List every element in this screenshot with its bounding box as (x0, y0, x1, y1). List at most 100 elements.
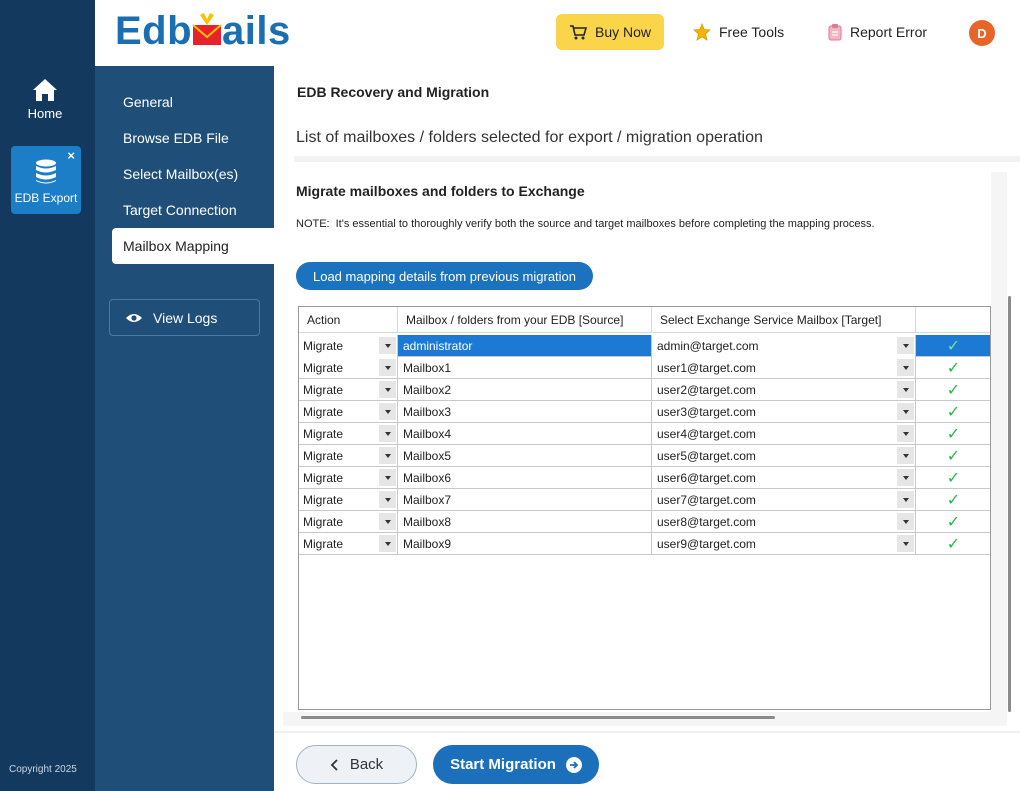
table-row[interactable]: Migrate administrator admin@target.com ✓ (299, 335, 990, 357)
header-target[interactable]: Select Exchange Service Mailbox [Target] (652, 307, 916, 333)
table-row[interactable]: Migrate Mailbox4 user4@target.com ✓ (299, 423, 990, 445)
action-select[interactable]: Migrate (299, 467, 398, 489)
table-row[interactable]: Migrate Mailbox2 user2@target.com ✓ (299, 379, 990, 401)
check-icon: ✓ (946, 448, 961, 465)
action-select[interactable]: Migrate (299, 445, 398, 467)
dropdown-arrow-icon[interactable] (379, 337, 396, 354)
table-row[interactable]: Migrate Mailbox1 user1@target.com ✓ (299, 357, 990, 379)
dropdown-arrow-icon[interactable] (897, 403, 914, 420)
header-source[interactable]: Mailbox / folders from your EDB [Source] (398, 307, 652, 333)
action-select[interactable]: Migrate (299, 511, 398, 533)
target-select[interactable]: user1@target.com (652, 357, 916, 379)
action-value: Migrate (303, 383, 344, 397)
wizard-step-browse-edb[interactable]: Browse EDB File (112, 120, 274, 156)
wizard-step-target-connection[interactable]: Target Connection (112, 192, 274, 228)
close-icon[interactable]: × (67, 148, 75, 163)
dropdown-arrow-icon[interactable] (897, 381, 914, 398)
header-status (916, 307, 990, 333)
dropdown-arrow-icon[interactable] (379, 403, 396, 420)
action-select[interactable]: Migrate (299, 533, 398, 555)
source-cell: Mailbox2 (398, 379, 652, 401)
user-avatar[interactable]: D (969, 20, 995, 46)
action-select[interactable]: Migrate (299, 489, 398, 511)
arrow-right-icon (565, 756, 582, 773)
action-select[interactable]: Migrate (299, 423, 398, 445)
table-row[interactable]: Migrate Mailbox5 user5@target.com ✓ (299, 445, 990, 467)
status-cell: ✓ (916, 335, 990, 357)
dropdown-arrow-icon[interactable] (897, 337, 914, 354)
check-icon: ✓ (946, 360, 961, 377)
table-row[interactable]: Migrate Mailbox6 user6@target.com ✓ (299, 467, 990, 489)
footer-divider (274, 731, 1020, 733)
target-value: user4@target.com (657, 427, 756, 441)
action-value: Migrate (303, 493, 344, 507)
note-label: NOTE: (296, 218, 330, 230)
free-tools-link[interactable]: Free Tools (693, 14, 784, 50)
dropdown-arrow-icon[interactable] (897, 447, 914, 464)
action-select[interactable]: Migrate (299, 401, 398, 423)
rail-home-button[interactable]: Home (10, 78, 80, 136)
rail-edb-label: EDB Export (14, 191, 78, 205)
page-subtitle: List of mailboxes / folders selected for… (296, 129, 763, 146)
dropdown-arrow-icon[interactable] (379, 359, 396, 376)
dropdown-arrow-icon[interactable] (379, 425, 396, 442)
table-row[interactable]: Migrate Mailbox9 user9@target.com ✓ (299, 533, 990, 555)
start-migration-button[interactable]: Start Migration (433, 745, 599, 784)
target-select[interactable]: user8@target.com (652, 511, 916, 533)
vertical-scrollbar[interactable] (1008, 296, 1011, 712)
dropdown-arrow-icon[interactable] (897, 513, 914, 530)
wizard-step-mailbox-mapping[interactable]: Mailbox Mapping (112, 228, 274, 264)
action-value: Migrate (303, 537, 344, 551)
table-row[interactable]: Migrate Mailbox7 user7@target.com ✓ (299, 489, 990, 511)
report-error-link[interactable]: Report Error (828, 14, 927, 50)
target-select[interactable]: admin@target.com (652, 335, 916, 357)
status-cell: ✓ (916, 511, 990, 533)
dropdown-arrow-icon[interactable] (897, 491, 914, 508)
target-select[interactable]: user6@target.com (652, 467, 916, 489)
dropdown-arrow-icon[interactable] (897, 535, 914, 552)
dropdown-arrow-icon[interactable] (379, 447, 396, 464)
dropdown-arrow-icon[interactable] (379, 491, 396, 508)
dropdown-arrow-icon[interactable] (379, 535, 396, 552)
table-row[interactable]: Migrate Mailbox3 user3@target.com ✓ (299, 401, 990, 423)
dropdown-arrow-icon[interactable] (379, 381, 396, 398)
target-select[interactable]: user5@target.com (652, 445, 916, 467)
check-icon: ✓ (946, 470, 961, 487)
dropdown-arrow-icon[interactable] (379, 469, 396, 486)
report-error-label: Report Error (850, 24, 928, 40)
action-select[interactable]: Migrate (299, 379, 398, 401)
target-select[interactable]: user7@target.com (652, 489, 916, 511)
start-migration-label: Start Migration (450, 756, 556, 773)
home-icon (33, 79, 57, 101)
action-select[interactable]: Migrate (299, 335, 398, 357)
table-row[interactable]: Migrate Mailbox8 user8@target.com ✓ (299, 511, 990, 533)
buy-now-button[interactable]: Buy Now (556, 14, 664, 50)
logo-text-left: Edb (115, 8, 193, 53)
eye-icon (126, 313, 142, 322)
view-logs-button[interactable]: View Logs (109, 299, 260, 336)
action-select[interactable]: Migrate (299, 357, 398, 379)
action-value: Migrate (303, 449, 344, 463)
wizard-step-general[interactable]: General (112, 84, 274, 120)
status-cell: ✓ (916, 379, 990, 401)
source-cell: administrator (398, 335, 652, 357)
wizard-step-select-mailboxes[interactable]: Select Mailbox(es) (112, 156, 274, 192)
dropdown-arrow-icon[interactable] (897, 359, 914, 376)
header-action[interactable]: Action (299, 307, 398, 333)
dropdown-arrow-icon[interactable] (897, 469, 914, 486)
horizontal-scrollbar[interactable] (301, 716, 775, 719)
status-cell: ✓ (916, 467, 990, 489)
action-value: Migrate (303, 405, 344, 419)
rail-edb-export-tab[interactable]: × EDB Export (11, 146, 81, 214)
target-select[interactable]: user9@target.com (652, 533, 916, 555)
target-select[interactable]: user3@target.com (652, 401, 916, 423)
load-mapping-button[interactable]: Load mapping details from previous migra… (296, 262, 593, 290)
target-select[interactable]: user2@target.com (652, 379, 916, 401)
chevron-left-icon (330, 758, 338, 771)
dropdown-arrow-icon[interactable] (379, 513, 396, 530)
back-button[interactable]: Back (296, 745, 417, 784)
back-label: Back (349, 756, 384, 773)
check-icon: ✓ (946, 404, 961, 421)
target-select[interactable]: user4@target.com (652, 423, 916, 445)
dropdown-arrow-icon[interactable] (897, 425, 914, 442)
